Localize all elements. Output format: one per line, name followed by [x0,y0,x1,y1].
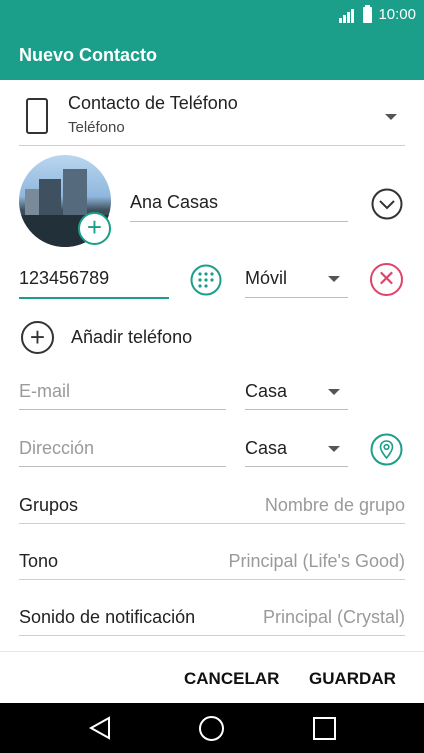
dropdown-arrow-icon [328,446,340,452]
status-time: 10:00 [378,6,416,23]
account-selector[interactable]: Contacto de Teléfono Teléfono [19,88,405,146]
ringtone-label: Tono [19,551,59,571]
address-field[interactable]: Dirección [19,438,94,459]
address-type-underline [245,466,348,467]
email-field-underline [19,409,226,410]
address-type-select[interactable]: Casa [245,438,287,459]
account-name: Contacto de Teléfono [68,93,238,113]
phone-icon [26,98,48,134]
location-icon[interactable] [370,433,403,466]
cancel-button[interactable]: CANCELAR [184,669,279,689]
save-button[interactable]: GUARDAR [309,669,396,689]
back-icon[interactable] [88,716,112,740]
phone-type-underline [245,297,348,298]
page-title: Nuevo Contacto [19,45,158,65]
app-bar: Nuevo Contacto [0,30,424,80]
ringtone-value[interactable]: Principal (Life's Good) [228,551,405,572]
signal-icon [339,7,357,23]
email-type-select[interactable]: Casa [245,381,287,402]
divider [19,635,405,636]
add-phone-button[interactable]: Añadir teléfono [71,327,192,348]
dialpad-icon[interactable] [190,264,222,296]
name-field-underline [130,221,348,222]
dropdown-arrow-icon [328,276,340,282]
navigation-bar [0,703,424,753]
remove-phone-icon[interactable]: ✕ [370,263,403,296]
recent-apps-icon[interactable] [313,717,336,740]
groups-value[interactable]: Nombre de grupo [265,495,405,516]
add-photo-icon[interactable]: + [78,212,111,245]
battery-icon [363,4,373,23]
dropdown-arrow-icon [328,389,340,395]
notification-sound-label: Sonido de notificación [19,607,196,627]
phone-field[interactable]: 123456789 [19,268,109,289]
notification-sound-value[interactable]: Principal (Crystal) [263,607,405,628]
add-phone-icon[interactable]: + [21,321,54,354]
action-bar: CANCELAR GUARDAR [0,651,424,703]
divider [19,579,405,580]
status-bar: 10:00 [0,0,424,30]
expand-name-icon[interactable] [371,188,403,220]
home-icon[interactable] [199,716,224,741]
email-field[interactable]: E-mail [19,381,70,402]
groups-label: Grupos [19,495,79,515]
name-field[interactable]: Ana Casas [130,192,218,213]
phone-field-underline [19,297,169,299]
divider [19,523,405,524]
address-field-underline [19,466,226,467]
account-type: Teléfono [68,119,125,136]
email-type-underline [245,409,348,410]
phone-type-select[interactable]: Móvil [245,268,287,289]
dropdown-arrow-icon [385,114,397,120]
